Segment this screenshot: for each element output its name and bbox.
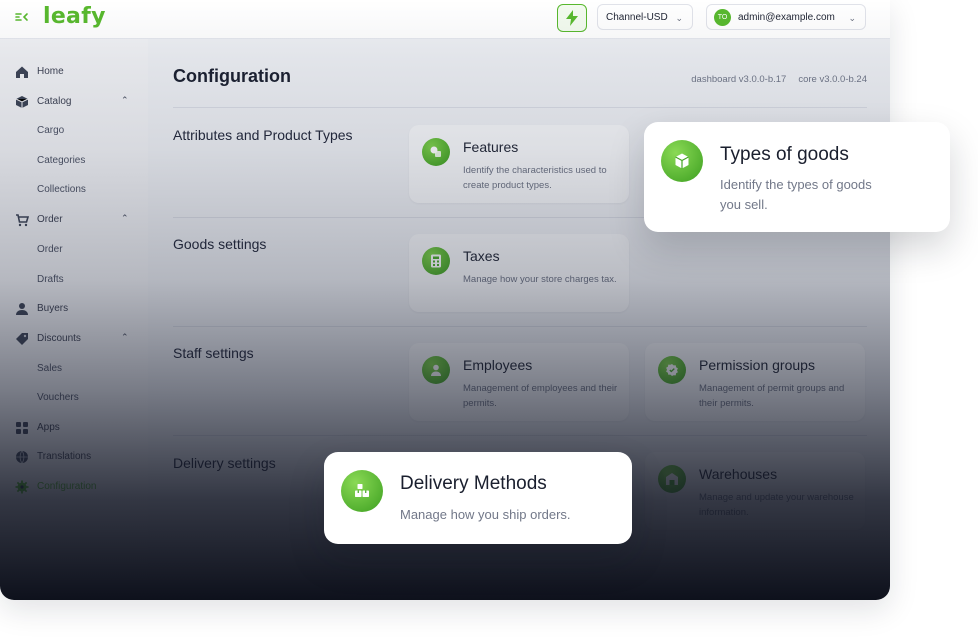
sidebar-item-home[interactable]: Home: [0, 61, 148, 83]
chevron-down-icon: ⌄: [675, 13, 683, 23]
sidebar-item-drafts[interactable]: Drafts: [37, 274, 64, 285]
card-description: Management of permit groups and their pe…: [699, 383, 845, 409]
quick-actions-button[interactable]: [557, 4, 587, 32]
highlight-card-delivery-methods[interactable]: Delivery Methods Manage how you ship ord…: [324, 452, 632, 544]
card-description: Identify the characteristics used to cre…: [463, 165, 607, 191]
chevron-up-icon: ⌃: [121, 213, 129, 223]
chevron-up-icon: ⌃: [121, 95, 129, 105]
lightning-icon: [566, 10, 578, 26]
cart-icon: [16, 214, 29, 227]
page-title: Configuration: [173, 66, 291, 86]
sidebar: Home Catalog ⌃ Cargo Categories Collecti…: [0, 39, 148, 600]
sidebar-item-label: Configuration: [37, 481, 97, 492]
sidebar-item-translations[interactable]: Translations: [0, 446, 148, 468]
channel-select-value: Channel-USD: [606, 12, 668, 23]
card-description: Management of employees and their permit…: [463, 383, 618, 409]
sidebar-item-label: Order: [37, 214, 63, 225]
sidebar-item-configuration[interactable]: Configuration: [0, 476, 148, 498]
highlight-description: Manage how you ship orders.: [400, 507, 571, 522]
card-title: Warehouses: [699, 466, 778, 482]
divider: [173, 107, 867, 108]
core-version: core v3.0.0-b.24: [798, 74, 867, 85]
card-taxes[interactable]: Taxes Manage how your store charges tax.: [409, 234, 629, 312]
sidebar-item-label: Apps: [37, 422, 60, 433]
tag-icon: [16, 333, 28, 345]
sidebar-item-apps[interactable]: Apps: [0, 417, 148, 439]
sidebar-item-buyers[interactable]: Buyers: [0, 298, 148, 320]
sidebar-item-label: Discounts: [37, 333, 81, 344]
section-title-goods: Goods settings: [173, 236, 267, 252]
highlight-title: Delivery Methods: [400, 473, 547, 494]
channel-select[interactable]: Channel-USD ⌄: [597, 4, 693, 30]
person-icon: [422, 356, 450, 384]
grid-icon: [16, 422, 28, 434]
sidebar-item-categories[interactable]: Categories: [37, 155, 85, 166]
card-permission-groups[interactable]: Permission groups Management of permit g…: [645, 343, 865, 421]
sidebar-item-sales[interactable]: Sales: [37, 363, 62, 374]
highlight-card-types-of-goods[interactable]: Types of goods Identify the types of goo…: [644, 122, 950, 232]
shapes-icon: [422, 138, 450, 166]
card-description: Manage how your store charges tax.: [463, 274, 617, 285]
warehouse-icon: [658, 465, 686, 493]
packages-icon: [341, 470, 383, 512]
sidebar-item-order-list[interactable]: Order: [37, 244, 63, 255]
highlight-description: Identify the types of goods you sell.: [720, 177, 872, 212]
highlight-title: Types of goods: [720, 144, 849, 165]
gear-icon: [15, 480, 29, 494]
card-employees[interactable]: Employees Management of employees and th…: [409, 343, 629, 421]
box-icon: [661, 140, 703, 182]
card-title: Permission groups: [699, 357, 815, 373]
user-menu[interactable]: TO admin@example.com ⌄: [706, 4, 866, 30]
sidebar-item-label: Translations: [37, 451, 92, 462]
sidebar-item-vouchers[interactable]: Vouchers: [37, 392, 79, 403]
sidebar-item-cargo[interactable]: Cargo: [37, 125, 64, 136]
card-title: Taxes: [463, 248, 500, 264]
cube-icon: [15, 96, 29, 108]
card-title: Employees: [463, 357, 533, 373]
sidebar-item-label: Catalog: [37, 96, 72, 107]
badge-check-icon: [658, 356, 686, 384]
sidebar-item-order[interactable]: Order ⌃: [0, 209, 148, 231]
version-info: dashboard v3.0.0-b.17 core v3.0.0-b.24: [691, 74, 867, 85]
logo: leafy: [43, 4, 106, 29]
sidebar-item-label: Buyers: [37, 303, 69, 314]
calculator-icon: [422, 247, 450, 275]
card-title: Features: [463, 139, 519, 155]
top-bar: leafy Channel-USD ⌄ TO admin@example.com…: [0, 0, 890, 39]
home-icon: [16, 66, 28, 78]
user-email: admin@example.com: [738, 12, 835, 23]
section-title-delivery: Delivery settings: [173, 455, 276, 471]
sidebar-item-label: Home: [37, 66, 64, 77]
sidebar-item-discounts[interactable]: Discounts ⌃: [0, 328, 148, 350]
card-features[interactable]: Features Identify the characteristics us…: [409, 125, 629, 203]
section-title-attributes: Attributes and Product Types: [173, 127, 353, 143]
user-icon: [16, 303, 28, 315]
sidebar-item-catalog[interactable]: Catalog ⌃: [0, 91, 148, 113]
card-warehouses[interactable]: Warehouses Manage and update your wareho…: [645, 452, 865, 530]
divider: [173, 435, 867, 436]
chevron-down-icon: ⌄: [848, 13, 856, 23]
globe-icon: [16, 450, 28, 464]
section-title-staff: Staff settings: [173, 345, 254, 361]
chevron-up-icon: ⌃: [121, 332, 129, 342]
divider: [173, 326, 867, 327]
collapse-sidebar-icon[interactable]: [15, 10, 29, 26]
card-description: Manage and update your warehouse informa…: [699, 492, 854, 518]
dashboard-version: dashboard v3.0.0-b.17: [691, 74, 787, 85]
avatar: TO: [714, 9, 731, 26]
sidebar-item-collections[interactable]: Collections: [37, 184, 86, 195]
